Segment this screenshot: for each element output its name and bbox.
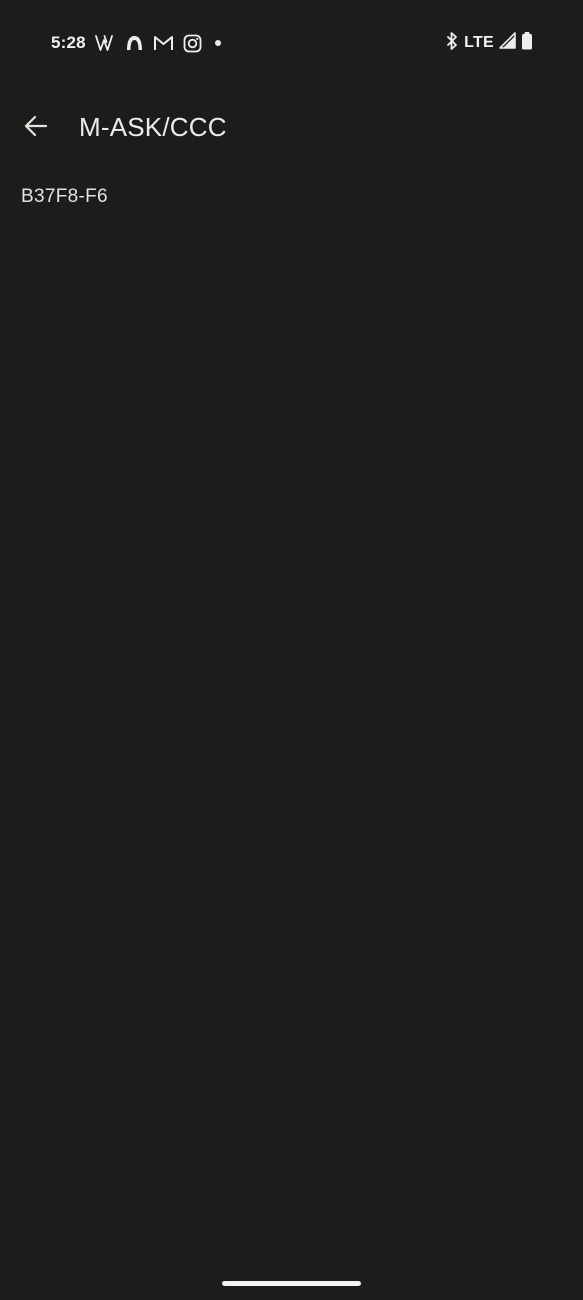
screen: 5:28 LTE M-ASK/CCC B37F8-F6 <box>0 0 583 1300</box>
battery-icon <box>521 31 533 56</box>
w-app-icon <box>95 33 116 54</box>
notification-dot-icon <box>211 33 225 54</box>
code-text: B37F8-F6 <box>21 186 108 207</box>
page-title: M-ASK/CCC <box>79 112 227 142</box>
content-area: B37F8-F6 <box>21 186 108 208</box>
bluetooth-icon <box>445 31 459 56</box>
system-status: LTE <box>445 31 533 56</box>
notification-icons <box>95 32 225 54</box>
status-time: 5:28 <box>51 33 86 52</box>
network-type: LTE <box>464 34 494 51</box>
gmail-icon <box>153 33 174 54</box>
threads-icon <box>124 33 145 54</box>
arrow-left-icon <box>23 113 49 144</box>
instagram-icon <box>182 33 203 54</box>
home-gesture-bar[interactable] <box>222 1281 361 1286</box>
app-bar: M-ASK/CCC <box>0 100 583 158</box>
status-bar: 5:28 LTE <box>0 0 583 86</box>
back-button[interactable] <box>14 106 58 150</box>
cellular-signal-icon <box>499 32 516 54</box>
